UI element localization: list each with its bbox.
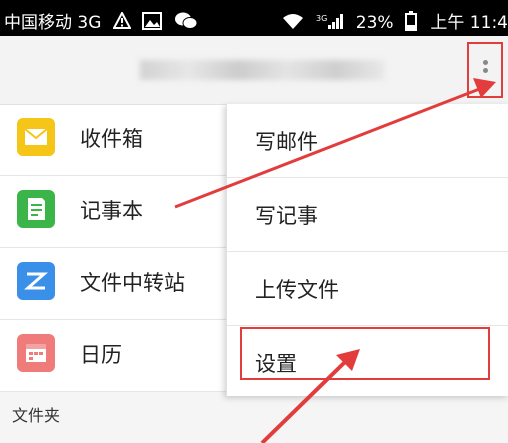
arrow-to-settings [260, 349, 360, 443]
arrow-to-overflow [174, 78, 496, 209]
annotation-arrows [174, 78, 496, 443]
